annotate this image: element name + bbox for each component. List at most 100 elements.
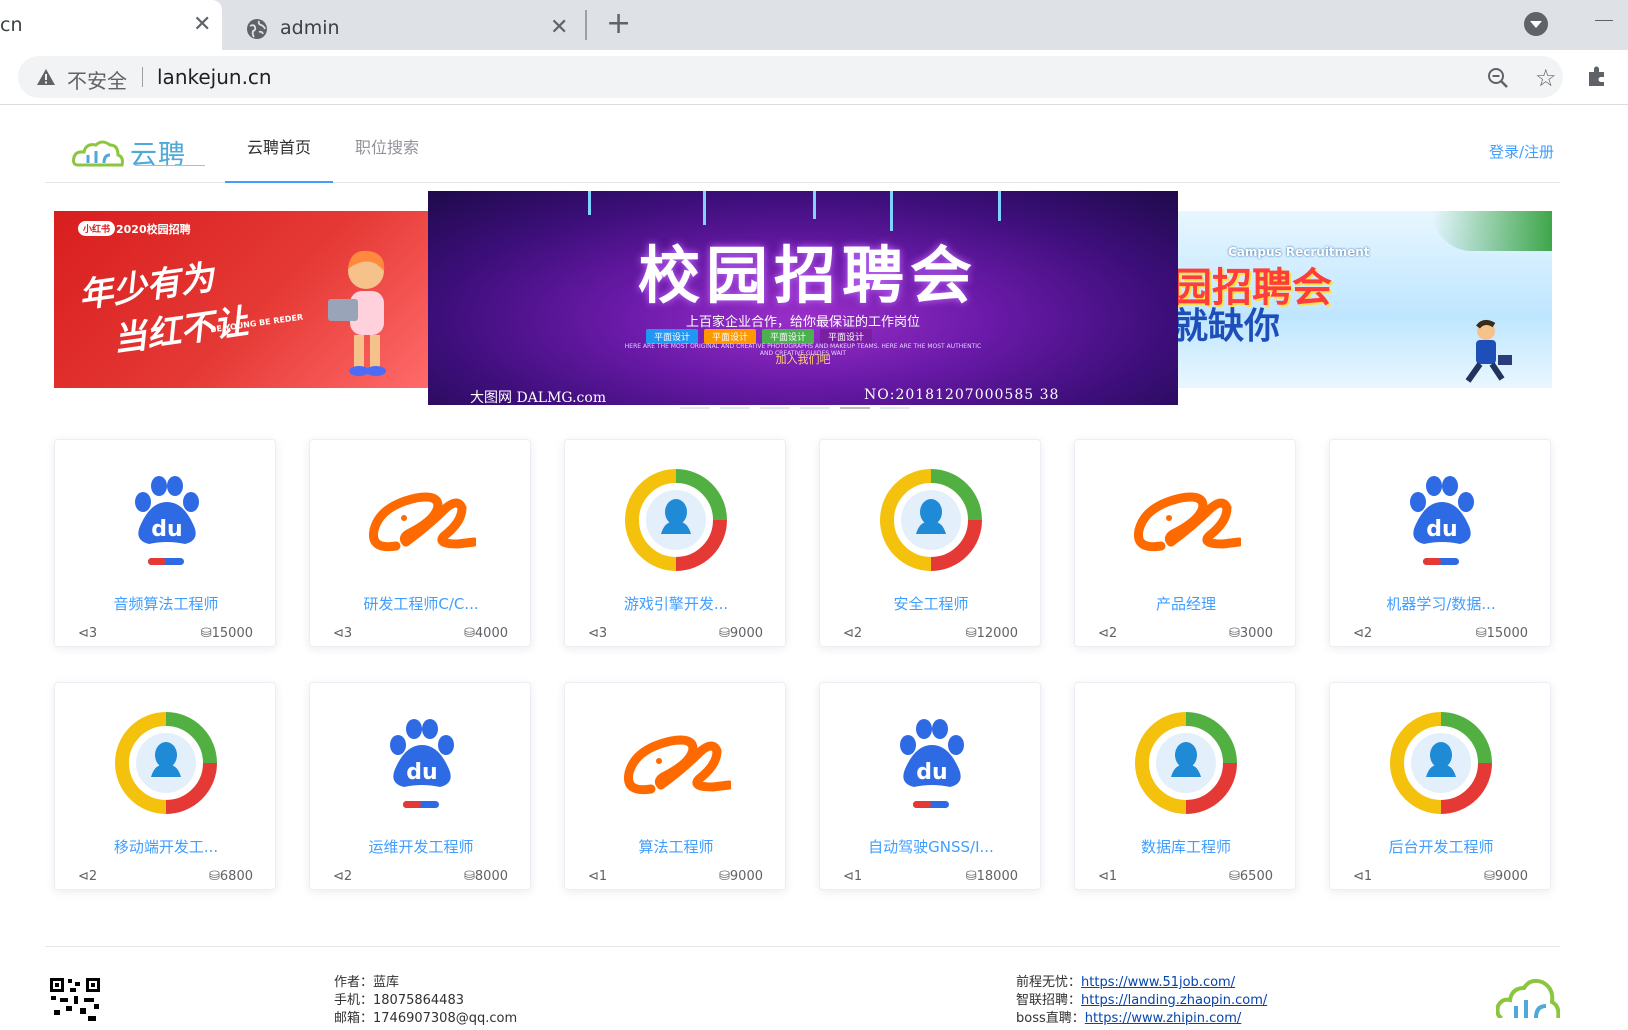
carousel-slide-left[interactable]: 小红书 2020校园招聘 年少有为 当红不让 BE YOUNG BE REDER xyxy=(54,211,429,388)
tencent-icon[interactable] xyxy=(111,711,221,819)
banner-year: 2020校园招聘 xyxy=(116,223,191,236)
job-card[interactable]: du 自动驾驶GNSS/I... ⊲1 ⛁18000 xyxy=(819,682,1041,890)
login-register-link[interactable]: 登录/注册 xyxy=(1489,141,1554,162)
job-title-link[interactable]: 安全工程师 xyxy=(820,593,1042,614)
send-icon: ⊲ xyxy=(333,869,344,884)
carousel-indicator[interactable] xyxy=(760,407,790,409)
job-card[interactable]: 安全工程师 ⊲2 ⛁12000 xyxy=(819,439,1041,647)
footer-link-row: 前程无忧：https://www.51job.com/ xyxy=(1016,974,1267,992)
bookmark-star-icon[interactable]: ☆ xyxy=(1535,64,1557,92)
job-title-link[interactable]: 移动端开发工... xyxy=(55,836,277,857)
job-title-link[interactable]: 游戏引擎开发... xyxy=(565,593,787,614)
job-title-link[interactable]: 产品经理 xyxy=(1075,593,1297,614)
tencent-icon[interactable] xyxy=(621,468,731,576)
carousel-slide-right[interactable]: Campus Recruitment 园招聘会 就缺你 xyxy=(1178,211,1552,388)
warning-icon[interactable] xyxy=(36,67,56,87)
address-bar: 不安全 lankejun.cn ☆ xyxy=(0,50,1628,105)
alibaba-icon[interactable] xyxy=(621,711,734,819)
footer-link-51job[interactable]: https://www.51job.com/ xyxy=(1081,975,1235,990)
browser-tab-admin[interactable]: admin ✕ xyxy=(234,6,574,50)
recruit-count: ⊲2 xyxy=(78,869,97,884)
job-card[interactable]: 移动端开发工... ⊲2 ⛁6800 xyxy=(54,682,276,890)
job-title-link[interactable]: 运维开发工程师 xyxy=(310,836,532,857)
job-title-link[interactable]: 音频算法工程师 xyxy=(55,593,277,614)
tab-search-icon[interactable] xyxy=(1524,12,1548,36)
footer-link-zhipin[interactable]: https://www.zhipin.com/ xyxy=(1085,1011,1242,1026)
zoom-icon[interactable] xyxy=(1486,66,1510,90)
recruit-count: ⊲1 xyxy=(588,869,607,884)
close-icon[interactable]: ✕ xyxy=(193,14,211,36)
job-card[interactable]: 后台开发工程师 ⊲1 ⛁9000 xyxy=(1329,682,1551,890)
carousel-indicator[interactable] xyxy=(800,407,830,409)
job-card[interactable]: 研发工程师C/C... ⊲3 ⛁4000 xyxy=(309,439,531,647)
extensions-icon[interactable] xyxy=(1585,64,1609,88)
coins-icon: ⛁ xyxy=(1475,626,1487,641)
recruit-count-value: 1 xyxy=(1363,869,1373,884)
banner-watermark-right: NO:20181207000585 38 xyxy=(864,387,1060,403)
job-title-link[interactable]: 后台开发工程师 xyxy=(1330,836,1552,857)
job-card[interactable]: du 音频算法工程师 ⊲3 ⛁15000 xyxy=(54,439,276,647)
job-card[interactable]: 产品经理 ⊲2 ⛁3000 xyxy=(1074,439,1296,647)
url-text[interactable]: lankejun.cn xyxy=(157,65,272,89)
footer-email: 邮箱：1746907308@qq.com xyxy=(334,1011,518,1026)
coins-icon: ⛁ xyxy=(965,626,977,641)
job-title-link[interactable]: 研发工程师C/C... xyxy=(310,593,532,614)
carousel-indicator-active[interactable] xyxy=(840,407,870,409)
send-icon: ⊲ xyxy=(1353,626,1364,641)
tencent-icon[interactable] xyxy=(876,468,986,576)
carousel-indicator[interactable] xyxy=(680,407,710,409)
baidu-icon[interactable]: du xyxy=(1386,468,1496,576)
carousel-indicator[interactable] xyxy=(720,407,750,409)
stage-light xyxy=(813,191,816,219)
close-icon[interactable]: ✕ xyxy=(550,17,568,39)
job-card[interactable]: 数据库工程师 ⊲1 ⛁6500 xyxy=(1074,682,1296,890)
recruit-count: ⊲2 xyxy=(1353,626,1372,641)
job-card[interactable]: du 运维开发工程师 ⊲2 ⛁8000 xyxy=(309,682,531,890)
footer-link-zhaopin[interactable]: https://landing.zhaopin.com/ xyxy=(1081,993,1267,1008)
nav-job-search[interactable]: 职位搜索 xyxy=(333,105,441,183)
job-title-link[interactable]: 自动驾驶GNSS/I... xyxy=(820,836,1042,857)
carousel-indicator[interactable] xyxy=(880,407,910,409)
recruit-count: ⊲1 xyxy=(1098,869,1117,884)
banner-title-line2: 就缺你 xyxy=(1178,305,1281,347)
baidu-icon[interactable]: du xyxy=(876,711,986,819)
svg-text:du: du xyxy=(406,760,437,785)
browser-tab-previous[interactable]: cn ✕ xyxy=(0,0,222,50)
recruit-count-value: 3 xyxy=(343,626,353,641)
logo-text[interactable]: 云聘 xyxy=(130,133,186,172)
banner-carousel[interactable]: 小红书 2020校园招聘 年少有为 当红不让 BE YOUNG BE REDER… xyxy=(54,191,1552,431)
job-title-link[interactable]: 机器学习/数据... xyxy=(1330,593,1552,614)
salary: ⛁4000 xyxy=(464,626,508,641)
tencent-icon[interactable] xyxy=(1386,711,1496,819)
job-card[interactable]: 算法工程师 ⊲1 ⛁9000 xyxy=(564,682,786,890)
salary: ⛁9000 xyxy=(719,869,763,884)
job-card[interactable]: du 机器学习/数据... ⊲2 ⛁15000 xyxy=(1329,439,1551,647)
security-label[interactable]: 不安全 xyxy=(67,65,127,94)
job-title-link[interactable]: 算法工程师 xyxy=(565,836,787,857)
carousel-slide-center[interactable]: 校园招聘会 上百家企业合作，给你最保证的工作岗位 平面设计 平面设计 平面设计 … xyxy=(428,191,1178,405)
recruit-count: ⊲2 xyxy=(333,869,352,884)
nav-home[interactable]: 云聘首页 xyxy=(225,105,333,183)
footer-link-label: 智联招聘： xyxy=(1016,993,1082,1008)
new-tab-icon[interactable]: + xyxy=(606,6,631,42)
recruit-count-value: 2 xyxy=(88,869,98,884)
stage-light xyxy=(703,191,706,225)
salary-value: 9000 xyxy=(729,626,763,641)
coins-icon: ⛁ xyxy=(1229,626,1240,641)
recruit-count-value: 3 xyxy=(598,626,608,641)
tencent-icon[interactable] xyxy=(1131,711,1241,819)
job-card[interactable]: 游戏引擎开发... ⊲3 ⛁9000 xyxy=(564,439,786,647)
baidu-icon[interactable]: du xyxy=(111,468,221,576)
omnibox[interactable]: 不安全 lankejun.cn ☆ xyxy=(18,56,1563,98)
minimize-icon[interactable] xyxy=(1595,20,1613,21)
leaf-decoration xyxy=(1432,211,1552,251)
coins-icon: ⛁ xyxy=(719,869,730,884)
salary: ⛁9000 xyxy=(1484,869,1528,884)
banner-main-title: 校园招聘会 xyxy=(637,239,978,312)
job-title-link[interactable]: 数据库工程师 xyxy=(1075,836,1297,857)
alibaba-icon[interactable] xyxy=(366,468,479,576)
baidu-icon[interactable]: du xyxy=(366,711,476,819)
footer-link-row: 智联招聘：https://landing.zhaopin.com/ xyxy=(1016,992,1267,1010)
banner-subtitle: 上百家企业合作，给你最保证的工作岗位 xyxy=(685,315,920,330)
alibaba-icon[interactable] xyxy=(1131,468,1244,576)
